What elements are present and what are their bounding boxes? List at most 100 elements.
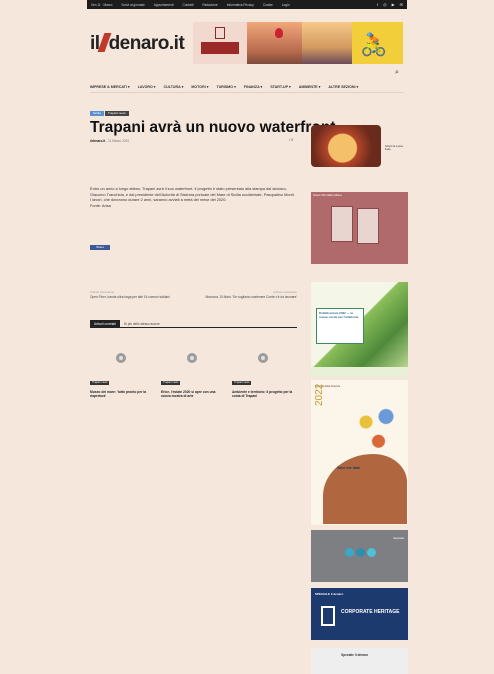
banner-panel-cyclist: 🚴 xyxy=(352,22,403,64)
facebook-icon[interactable]: f xyxy=(377,2,378,7)
heritage-logo-icon xyxy=(321,606,335,626)
related-title[interactable]: Museo del mare: 'tutto pronto per la ria… xyxy=(90,390,152,399)
nav-item-startup[interactable]: START-UP ▾ xyxy=(270,85,290,89)
placeholder-icon xyxy=(187,353,197,363)
related-title[interactable]: Erice, l'estate 2020 si apre con una nuo… xyxy=(161,390,223,399)
next-title[interactable]: Manovra, Di Maio: 'Se vogliamo sostenere… xyxy=(197,295,297,299)
article-meta: ildenaro.it - 11 Marzo 2020 xyxy=(90,139,129,143)
related-item[interactable]: Trapani news Ambiente e territorio: il p… xyxy=(232,346,294,399)
sidebar-ad-6-label: SPECIALE il denaro xyxy=(315,592,344,596)
tag-region[interactable]: Sicilia xyxy=(90,111,104,116)
sidebar-ad-3[interactable]: Pubblicazioni 2022 — le nuove uscite per… xyxy=(311,282,408,377)
prev-article[interactable]: Articolo precedente Open Fiber, banda ul… xyxy=(90,290,190,299)
sidebar-ad-7-text: Speciale il denaro xyxy=(341,653,369,657)
prev-title[interactable]: Open Fiber, banda ultra larga per altri … xyxy=(90,295,190,299)
sidebar-ad-3-strip xyxy=(311,367,408,377)
banner-panel-balloon xyxy=(247,22,302,64)
header-banner-ad[interactable]: 🚴 xyxy=(193,22,403,64)
mail-icon[interactable]: ✉ xyxy=(400,2,403,7)
nav-item-ambiente[interactable]: AMBIENTE ▾ xyxy=(299,85,321,89)
top-link-write[interactable]: Scrivi al giornale xyxy=(121,3,144,7)
social-links: f ◎ ▶ ✉ xyxy=(377,2,403,7)
tag-city[interactable]: Trapani news xyxy=(104,111,129,116)
related-tabs: Articoli correlati Di più dello stesso a… xyxy=(90,320,297,328)
sidebar-ad-1-text: Scopri la nuova linea xyxy=(385,145,403,151)
top-link-privacy[interactable]: Informativa Privacy xyxy=(227,3,254,7)
placeholder-icon xyxy=(258,353,268,363)
next-label: Articolo successivo xyxy=(273,290,297,294)
top-link-editorial[interactable]: Redazione xyxy=(202,3,217,7)
share-button[interactable]: Share xyxy=(90,245,110,250)
related-category[interactable]: Trapani news xyxy=(161,381,181,385)
top-link-cookie[interactable]: Cookie xyxy=(263,3,273,7)
nav-item-motori[interactable]: MOTORI ▾ xyxy=(191,85,208,89)
sidebar-ad-4-dates: Save the date xyxy=(337,466,361,470)
instagram-icon[interactable]: ◎ xyxy=(383,2,387,7)
placeholder-icon xyxy=(116,353,126,363)
nav-item-altre[interactable]: ALTRE SEZIONI ▾ xyxy=(328,85,358,89)
sidebar-ad-7[interactable]: Speciale il denaro xyxy=(311,648,408,674)
top-link-events[interactable]: Appuntamenti xyxy=(154,3,174,7)
cyclist-icon: 🚴 xyxy=(360,32,388,57)
related-thumbnail[interactable] xyxy=(232,346,294,370)
youtube-icon[interactable]: ▶ xyxy=(392,2,395,7)
circle-icon xyxy=(367,548,376,557)
article-tags: Sicilia Trapani news xyxy=(90,111,129,116)
sidebar-ad-5-text: Speciale xyxy=(393,536,404,540)
sidebar-ad-2[interactable]: Scopri i libri della collana xyxy=(311,192,408,264)
article-body: Entro un anno a lungo atteso, Trapani av… xyxy=(90,186,295,209)
balloon-icon xyxy=(275,28,283,38)
sidebar-ad-6-title: CORPORATE HERITAGE xyxy=(341,609,400,615)
sidebar-ad-6[interactable]: SPECIALE il denaro CORPORATE HERITAGE xyxy=(311,588,408,640)
nav-item-lavoro[interactable]: LAVORO ▾ xyxy=(138,85,156,89)
book-cover-icon xyxy=(331,206,353,242)
circle-icon xyxy=(356,548,365,557)
banner-panel-landscape xyxy=(302,22,352,64)
sidebar-ad-4[interactable]: Festival della Scienza 2022 Save the dat… xyxy=(311,380,408,525)
article-source: Fonte: Ansa xyxy=(90,202,111,208)
earth-illustration xyxy=(323,454,407,524)
article-paragraph: Entro un anno a lungo atteso, Trapani av… xyxy=(90,186,295,203)
sidebar-ad-5[interactable]: Speciale xyxy=(311,530,408,582)
banner-panel-brand xyxy=(193,22,247,64)
site-logo[interactable]: il denaro.it xyxy=(90,33,185,55)
nav-item-finanza[interactable]: FINANZA ▾ xyxy=(244,85,262,89)
related-item[interactable]: Trapani news Museo del mare: 'tutto pron… xyxy=(90,346,152,399)
prev-next-nav: Articolo precedente Open Fiber, banda ul… xyxy=(90,290,297,299)
tab-related[interactable]: Articoli correlati xyxy=(90,320,120,328)
related-item[interactable]: Trapani news Erice, l'estate 2020 si apr… xyxy=(161,346,223,399)
related-thumbnail[interactable] xyxy=(161,346,223,370)
article-title: Trapani avrà un nuovo waterfront xyxy=(90,119,336,136)
top-link-contacts[interactable]: Contatti xyxy=(182,3,193,7)
search-icon[interactable]: ⌕ xyxy=(395,69,399,77)
book-cover-icon xyxy=(357,208,379,244)
prev-label: Articolo precedente xyxy=(90,290,115,294)
nav-item-imprese[interactable]: IMPRESE & MERCATI ▾ xyxy=(90,85,130,89)
main-nav: IMPRESE & MERCATI ▾ LAVORO ▾ CULTURA ▾ M… xyxy=(90,82,404,93)
sidebar-ad-2-caption: Scopri i libri della collana xyxy=(313,194,342,197)
logo-suffix: denaro.it xyxy=(108,33,185,54)
top-bar: Ven 11 · Marzo Scrivi al giornale Appunt… xyxy=(87,0,407,9)
related-category[interactable]: Trapani news xyxy=(232,381,252,385)
sidebar-ad-1-image xyxy=(311,125,381,167)
nav-item-turismo[interactable]: TURISMO ▾ xyxy=(217,85,236,89)
article-date: - 11 Marzo 2020 xyxy=(106,139,130,143)
top-link-login[interactable]: Login xyxy=(282,3,290,7)
flowers-illustration xyxy=(351,400,401,455)
banner-caption-box xyxy=(201,42,239,54)
tab-same-author[interactable]: Di più dello stesso autore xyxy=(120,320,164,328)
sidebar-ad-1[interactable]: Scopri la nuova linea xyxy=(311,125,408,167)
related-category[interactable]: Trapani news xyxy=(90,381,110,385)
comment-count[interactable]: ▪ 0 xyxy=(289,138,293,142)
top-date: Ven 11 · Marzo xyxy=(91,2,113,7)
sidebar-ad-3-text: Pubblicazioni 2022 — le nuove uscite per… xyxy=(319,311,359,319)
sidebar-ad-3-panel: Pubblicazioni 2022 — le nuove uscite per… xyxy=(316,308,364,344)
next-article[interactable]: Articolo successivo Manovra, Di Maio: 'S… xyxy=(197,290,297,299)
nav-item-cultura[interactable]: CULTURA ▾ xyxy=(164,85,184,89)
sidebar-ad-4-year: 2022 xyxy=(314,383,325,406)
related-title[interactable]: Ambiente e territorio: il progetto per l… xyxy=(232,390,294,399)
article-author[interactable]: ildenaro.it xyxy=(90,139,105,143)
comment-count-value: 0 xyxy=(291,138,294,142)
circle-icon xyxy=(345,548,354,557)
related-thumbnail[interactable] xyxy=(90,346,152,370)
